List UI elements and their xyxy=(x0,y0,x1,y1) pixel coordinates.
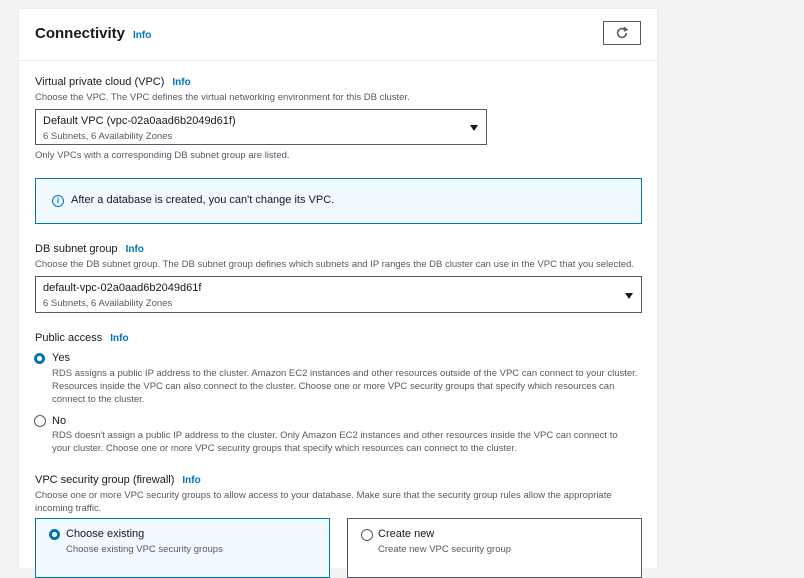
vpc-info-alert: i After a database is created, you can't… xyxy=(35,178,642,224)
subnet-label-row: DB subnet group Info xyxy=(35,243,144,255)
refresh-icon xyxy=(616,26,629,39)
choose-existing-detail: Choose existing VPC security groups xyxy=(66,544,223,555)
create-new-label: Create new xyxy=(378,528,435,540)
security-group-info-link[interactable]: Info xyxy=(182,475,200,486)
description-line: Resources inside the VPC can also connec… xyxy=(52,381,615,392)
description-line: incoming traffic. xyxy=(35,503,102,514)
public-access-no-description: RDS doesn't assign a public IP address t… xyxy=(52,429,618,455)
choose-existing-radio[interactable] xyxy=(49,529,60,540)
public-access-info-link[interactable]: Info xyxy=(110,333,128,344)
vpc-info-link[interactable]: Info xyxy=(172,77,190,88)
public-access-label: Public access xyxy=(35,332,103,344)
security-group-label-row: VPC security group (firewall) Info xyxy=(35,474,201,486)
caret-down-icon xyxy=(470,125,478,131)
public-access-no-radio[interactable] xyxy=(34,415,46,427)
create-new-detail: Create new VPC security group xyxy=(378,544,512,555)
alert-text: After a database is created, you can't c… xyxy=(71,194,335,206)
vpc-label-row: Virtual private cloud (VPC) Info xyxy=(35,76,191,88)
security-group-description: Choose one or more VPC security groups t… xyxy=(35,489,612,515)
section-title: Connectivity Info xyxy=(35,25,151,42)
public-access-label-row: Public access Info xyxy=(35,332,129,344)
description-line: connect to the cluster. xyxy=(52,394,145,405)
subnet-group-select-detail: 6 Subnets, 6 Availability Zones xyxy=(43,298,173,309)
subnet-group-label: DB subnet group xyxy=(35,243,118,255)
choose-existing-tile[interactable]: Choose existing Choose existing VPC secu… xyxy=(35,518,330,578)
public-access-no-label[interactable]: No xyxy=(52,415,66,427)
description-line: RDS doesn't assign a public IP address t… xyxy=(52,430,618,441)
public-access-yes-description: RDS assigns a public IP address to the c… xyxy=(52,367,637,406)
description-line: RDS assigns a public IP address to the c… xyxy=(52,368,638,379)
description-line: your cluster. Choose one or more VPC sec… xyxy=(52,443,517,454)
subnet-group-select-value: default-vpc-02a0aad6b2049d61f xyxy=(43,282,202,294)
choose-existing-label: Choose existing xyxy=(66,528,145,540)
vpc-label: Virtual private cloud (VPC) xyxy=(35,76,165,88)
vpc-select-value: Default VPC (vpc-02a0aad6b2049d61f) xyxy=(43,115,236,127)
section-title-text: Connectivity xyxy=(35,25,126,42)
caret-down-icon xyxy=(625,293,633,299)
vpc-select[interactable]: Default VPC (vpc-02a0aad6b2049d61f) 6 Su… xyxy=(35,109,487,145)
vpc-note: Only VPCs with a corresponding DB subnet… xyxy=(35,150,290,161)
create-new-radio[interactable] xyxy=(361,529,373,541)
vpc-description: Choose the VPC. The VPC defines the virt… xyxy=(35,92,410,103)
subnet-group-select[interactable]: default-vpc-02a0aad6b2049d61f 6 Subnets,… xyxy=(35,276,642,313)
description-line: Choose one or more VPC security groups t… xyxy=(35,490,612,501)
create-new-tile[interactable]: Create new Create new VPC security group xyxy=(347,518,642,578)
security-group-label: VPC security group (firewall) xyxy=(35,474,175,486)
refresh-button[interactable] xyxy=(603,21,641,45)
public-access-yes-label[interactable]: Yes xyxy=(52,352,70,364)
vpc-select-detail: 6 Subnets, 6 Availability Zones xyxy=(43,131,173,142)
section-info-link[interactable]: Info xyxy=(133,30,151,41)
subnet-group-description: Choose the DB subnet group. The DB subne… xyxy=(35,259,635,270)
connectivity-panel: Connectivity Info Virtual private cloud (… xyxy=(18,8,658,578)
panel-header: Connectivity Info xyxy=(19,9,657,61)
public-access-yes-radio[interactable] xyxy=(34,353,45,364)
info-circle-icon: i xyxy=(52,195,64,207)
subnet-info-link[interactable]: Info xyxy=(126,244,144,255)
